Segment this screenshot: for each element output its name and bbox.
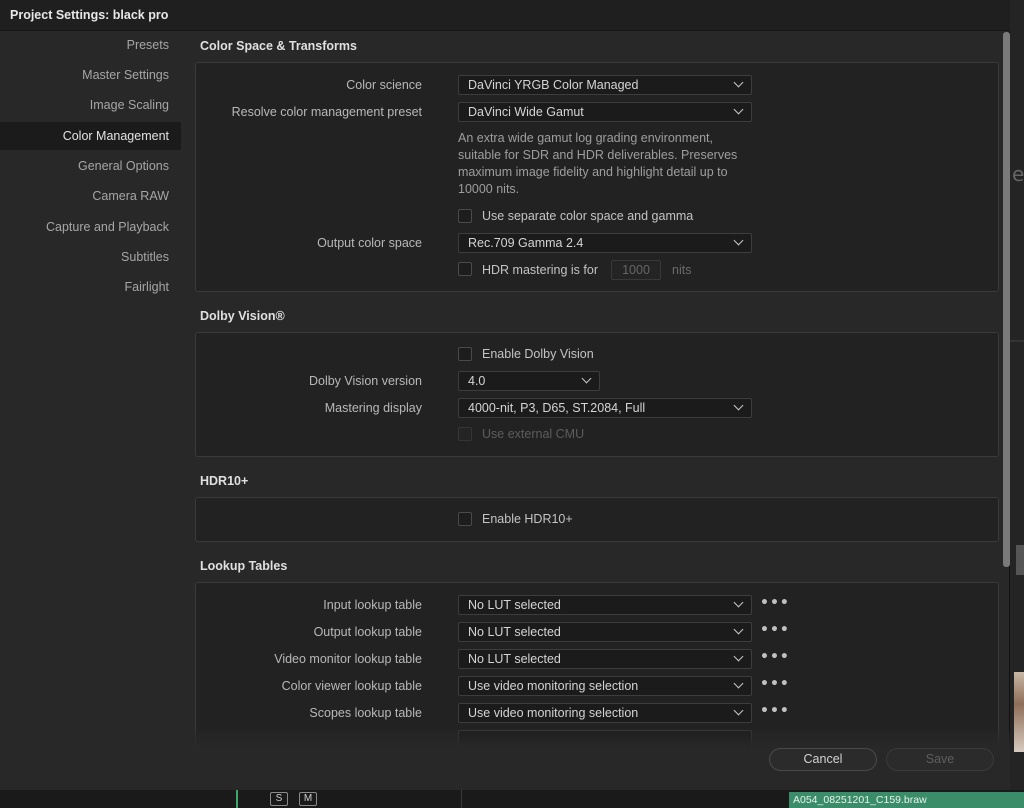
external-cmu-label: Use external CMU bbox=[482, 427, 585, 441]
chevron-down-icon bbox=[733, 597, 744, 608]
output-lut-more-icon[interactable]: ••• bbox=[760, 622, 790, 638]
hdr-mastering-label: HDR mastering is for bbox=[482, 263, 598, 277]
preset-label: Resolve color management preset bbox=[231, 105, 422, 119]
scopes-lut-value: Use video monitoring selection bbox=[468, 706, 639, 720]
section-title-lookup-tables: Lookup Tables bbox=[200, 559, 288, 573]
sidebar-item-master-settings[interactable]: Master Settings bbox=[82, 61, 169, 89]
mute-button[interactable]: M bbox=[299, 792, 317, 806]
timeline-clip[interactable]: A054_08251201_C159.braw bbox=[789, 792, 1024, 808]
preset-value: DaVinci Wide Gamut bbox=[468, 105, 584, 119]
dolby-version-value: 4.0 bbox=[468, 374, 486, 388]
output-lut-label: Output lookup table bbox=[313, 625, 422, 639]
sidebar-item-fairlight[interactable]: Fairlight bbox=[125, 273, 169, 301]
sidebar-item-color-management[interactable]: Color Management bbox=[0, 122, 181, 150]
sidebar-item-subtitles[interactable]: Subtitles bbox=[121, 243, 169, 271]
track-divider bbox=[461, 790, 462, 808]
separate-color-space-checkbox[interactable] bbox=[458, 209, 472, 223]
video-monitor-lut-more-icon[interactable]: ••• bbox=[760, 649, 790, 665]
enable-dolby-vision-checkbox[interactable] bbox=[458, 347, 472, 361]
output-lut-value: No LUT selected bbox=[468, 625, 561, 639]
enable-hdr10-label: Enable HDR10+ bbox=[482, 512, 573, 526]
dolby-vision-panel: Enable Dolby Vision Dolby Vision version… bbox=[195, 332, 999, 457]
sidebar-item-image-scaling[interactable]: Image Scaling bbox=[90, 91, 169, 119]
dolby-version-dropdown[interactable]: 4.0 bbox=[458, 371, 600, 391]
chevron-down-icon bbox=[733, 651, 744, 662]
sidebar-item-general-options[interactable]: General Options bbox=[78, 152, 169, 180]
chevron-down-icon bbox=[733, 678, 744, 689]
video-monitor-lut-value: No LUT selected bbox=[468, 652, 561, 666]
enable-hdr10-checkbox[interactable] bbox=[458, 512, 472, 526]
output-color-space-dropdown[interactable]: Rec.709 Gamma 2.4 bbox=[458, 233, 752, 253]
chevron-down-icon bbox=[581, 373, 592, 384]
mastering-display-dropdown[interactable]: 4000-nit, P3, D65, ST.2084, Full bbox=[458, 398, 752, 418]
input-lut-value: No LUT selected bbox=[468, 598, 561, 612]
timeline-strip: S M A054_08251201_C159.braw bbox=[0, 790, 1024, 808]
project-settings-dialog: Project Settings: black pro Presets Mast… bbox=[0, 0, 1010, 790]
hdr-nits-input[interactable]: 1000 bbox=[611, 260, 661, 280]
hdr10-panel: Enable HDR10+ bbox=[195, 497, 999, 542]
color-science-label: Color science bbox=[346, 78, 422, 92]
settings-sidebar: Presets Master Settings Image Scaling Co… bbox=[0, 31, 181, 790]
background-app-edge: e bbox=[1010, 0, 1024, 808]
section-title-color-space: Color Space & Transforms bbox=[200, 39, 357, 53]
color-space-panel: Color science DaVinci YRGB Color Managed… bbox=[195, 62, 999, 292]
chevron-down-icon bbox=[733, 235, 744, 246]
video-monitor-lut-label: Video monitor lookup table bbox=[274, 652, 422, 666]
mastering-display-value: 4000-nit, P3, D65, ST.2084, Full bbox=[468, 401, 646, 415]
chevron-down-icon bbox=[733, 104, 744, 115]
scopes-lut-label: Scopes lookup table bbox=[309, 706, 422, 720]
color-viewer-lut-more-icon[interactable]: ••• bbox=[760, 676, 790, 692]
save-button[interactable]: Save bbox=[886, 748, 994, 771]
hdr-nits-unit: nits bbox=[672, 263, 692, 277]
output-color-space-label: Output color space bbox=[317, 236, 422, 250]
chevron-down-icon bbox=[733, 705, 744, 716]
settings-content: Color Space & Transforms Color science D… bbox=[181, 31, 1010, 790]
sidebar-item-capture-playback[interactable]: Capture and Playback bbox=[46, 213, 169, 241]
mastering-display-label: Mastering display bbox=[324, 401, 422, 415]
chevron-down-icon bbox=[733, 624, 744, 635]
background-thumbnail bbox=[1014, 672, 1024, 752]
video-monitor-lut-dropdown[interactable]: No LUT selected bbox=[458, 649, 752, 669]
dialog-footer: Cancel Save bbox=[181, 730, 1010, 790]
color-science-value: DaVinci YRGB Color Managed bbox=[468, 78, 639, 92]
external-cmu-checkbox[interactable] bbox=[458, 427, 472, 441]
background-glyph: e bbox=[1012, 162, 1024, 186]
background-scroll-handle[interactable] bbox=[1016, 545, 1024, 575]
color-viewer-lut-dropdown[interactable]: Use video monitoring selection bbox=[458, 676, 752, 696]
chevron-down-icon bbox=[733, 400, 744, 411]
output-lut-dropdown[interactable]: No LUT selected bbox=[458, 622, 752, 642]
input-lut-more-icon[interactable]: ••• bbox=[760, 595, 790, 611]
solo-button[interactable]: S bbox=[270, 792, 288, 806]
preset-dropdown[interactable]: DaVinci Wide Gamut bbox=[458, 102, 752, 122]
output-color-space-value: Rec.709 Gamma 2.4 bbox=[468, 236, 584, 250]
section-title-dolby-vision: Dolby Vision® bbox=[200, 309, 285, 323]
input-lut-label: Input lookup table bbox=[323, 598, 422, 612]
settings-scrollbar[interactable] bbox=[1003, 32, 1010, 567]
scopes-lut-more-icon[interactable]: ••• bbox=[760, 703, 790, 719]
preset-description: An extra wide gamut log grading environm… bbox=[458, 131, 738, 196]
color-viewer-lut-label: Color viewer lookup table bbox=[281, 679, 422, 693]
sidebar-item-camera-raw[interactable]: Camera RAW bbox=[92, 182, 169, 210]
sidebar-item-presets[interactable]: Presets bbox=[127, 31, 169, 59]
dialog-titlebar: Project Settings: black pro bbox=[0, 0, 1010, 31]
dialog-title: Project Settings: black pro bbox=[10, 8, 169, 22]
background-divider bbox=[1010, 340, 1024, 342]
section-title-hdr10: HDR10+ bbox=[200, 474, 249, 488]
scopes-lut-dropdown[interactable]: Use video monitoring selection bbox=[458, 703, 752, 723]
enable-dolby-vision-label: Enable Dolby Vision bbox=[482, 347, 594, 361]
cancel-button[interactable]: Cancel bbox=[769, 748, 877, 771]
hdr-mastering-checkbox[interactable] bbox=[458, 262, 472, 276]
track-marker bbox=[236, 790, 238, 808]
chevron-down-icon bbox=[733, 77, 744, 88]
separate-color-space-label: Use separate color space and gamma bbox=[482, 209, 694, 223]
color-viewer-lut-value: Use video monitoring selection bbox=[468, 679, 639, 693]
dolby-version-label: Dolby Vision version bbox=[308, 374, 422, 388]
color-science-dropdown[interactable]: DaVinci YRGB Color Managed bbox=[458, 75, 752, 95]
input-lut-dropdown[interactable]: No LUT selected bbox=[458, 595, 752, 615]
